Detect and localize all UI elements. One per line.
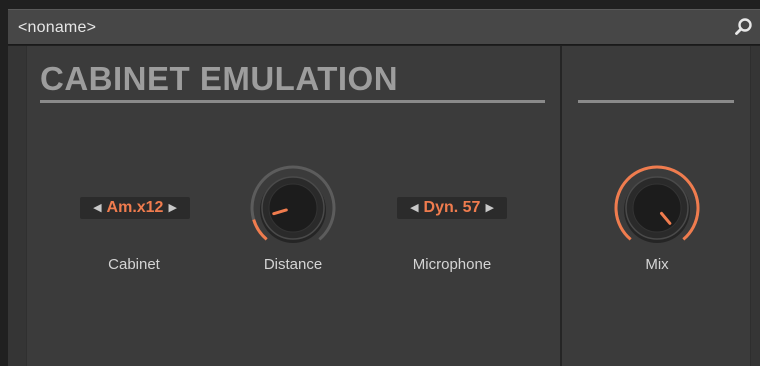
section-title: CABINET EMULATION [40, 60, 399, 97]
mix-knob[interactable] [611, 162, 703, 254]
microphone-next-icon[interactable]: ▶ [485, 197, 493, 219]
title-underline [40, 100, 545, 103]
microphone-prev-icon[interactable]: ◀ [410, 197, 418, 219]
left-edge-strip [8, 46, 27, 366]
cabinet-label: Cabinet [108, 256, 160, 273]
microphone-label: Microphone [412, 256, 492, 273]
cabinet-next-icon[interactable]: ▶ [168, 197, 176, 219]
microphone-value: Dyn. 57 [423, 199, 481, 216]
search-icon[interactable] [734, 17, 754, 37]
cabinet-selector[interactable]: ◀ Am.x12 ▶ [80, 197, 190, 219]
preset-bar: <noname> [8, 9, 760, 45]
cabinet-prev-icon[interactable]: ◀ [93, 197, 101, 219]
distance-label: Distance [263, 256, 323, 273]
mix-label: Mix [645, 256, 669, 273]
panel-divider [560, 46, 562, 366]
plugin-window: <noname> CABINET EMULATION ◀ Am.x12 ▶ Ca… [0, 0, 760, 366]
mix-knob-face [632, 183, 682, 233]
distance-knob-face [268, 183, 318, 233]
distance-knob[interactable] [247, 162, 339, 254]
preset-name[interactable]: <noname> [18, 19, 96, 37]
microphone-selector[interactable]: ◀ Dyn. 57 ▶ [397, 197, 507, 219]
cabinet-value: Am.x12 [106, 199, 164, 216]
mix-title-underline [578, 100, 734, 103]
right-edge-strip [750, 46, 760, 366]
